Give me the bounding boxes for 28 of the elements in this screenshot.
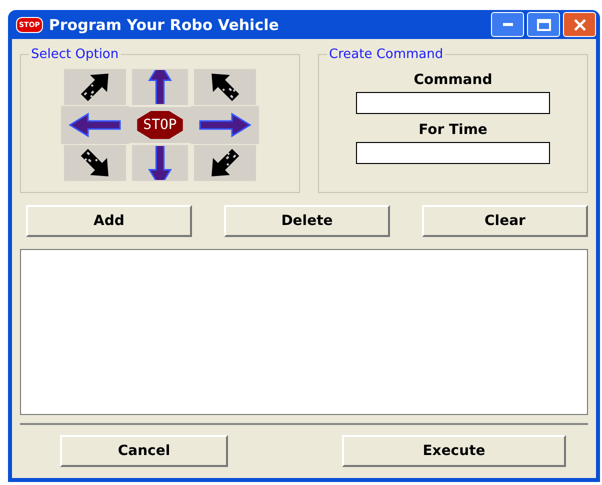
action-button[interactable]: Clear bbox=[422, 205, 588, 237]
up-arrow-button[interactable] bbox=[132, 69, 188, 105]
stop-sign-icon: STOP bbox=[137, 111, 183, 139]
diagonal-arrow-button[interactable] bbox=[64, 145, 126, 181]
diagonal-arrow-button[interactable] bbox=[64, 69, 126, 105]
maximize-button[interactable] bbox=[527, 12, 560, 37]
group-label: Create Command bbox=[328, 47, 444, 62]
maximize-icon bbox=[536, 18, 550, 30]
window-title: Program Your Robo Vehicle bbox=[48, 16, 280, 34]
input-field[interactable] bbox=[356, 92, 550, 114]
action-button[interactable]: Cancel bbox=[60, 435, 228, 467]
field-label: Command bbox=[414, 72, 492, 88]
close-icon bbox=[572, 18, 586, 30]
field-label: For Time bbox=[418, 122, 488, 138]
diagonal-arrow-button[interactable] bbox=[194, 145, 256, 181]
diagonal-arrow-button[interactable] bbox=[194, 69, 256, 105]
close-button[interactable] bbox=[563, 12, 596, 37]
group-label: Select Option bbox=[30, 47, 120, 62]
minimize-icon bbox=[502, 22, 512, 26]
stop-button[interactable]: STOP bbox=[129, 107, 191, 143]
input-field[interactable] bbox=[356, 142, 550, 164]
action-button[interactable]: Add bbox=[26, 205, 192, 237]
down-arrow-button[interactable] bbox=[132, 145, 188, 181]
minimize-button[interactable] bbox=[491, 12, 524, 37]
action-button[interactable]: Delete bbox=[224, 205, 390, 237]
left-arrow-button[interactable] bbox=[61, 106, 129, 144]
action-button[interactable]: Execute bbox=[342, 435, 566, 467]
right-arrow-button[interactable] bbox=[191, 106, 259, 144]
